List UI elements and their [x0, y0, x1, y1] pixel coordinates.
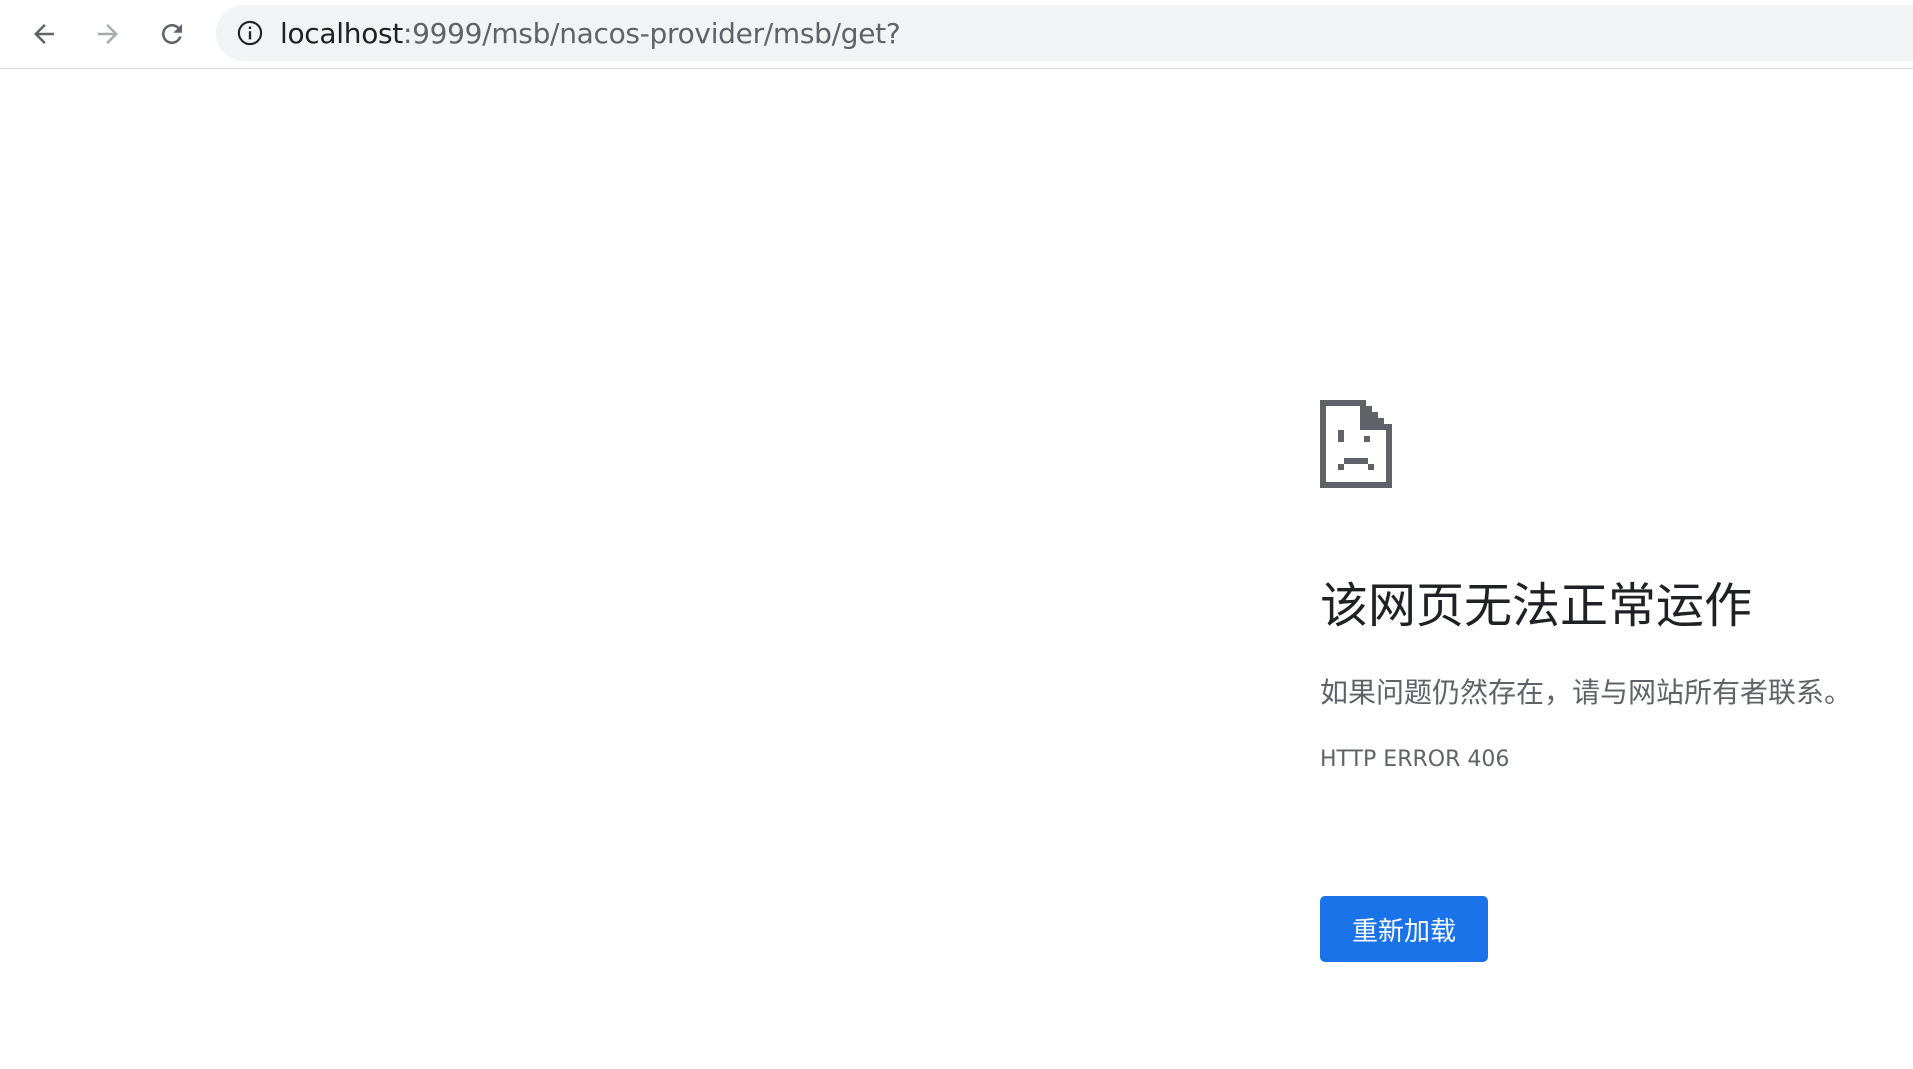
arrow-right-icon: [98, 24, 118, 44]
error-code: HTTP ERROR 406: [1320, 746, 1510, 772]
address-bar[interactable]: localhost:9999/msb/nacos-provider/msb/ge…: [216, 5, 1913, 61]
forward-button[interactable]: [88, 14, 128, 54]
back-button[interactable]: [24, 14, 64, 54]
url-path: :9999/msb/nacos-provider/msb/get?: [403, 16, 901, 50]
error-title: 该网页无法正常运作: [1320, 578, 1753, 634]
url-host: localhost: [280, 16, 403, 50]
browser-toolbar: localhost:9999/msb/nacos-provider/msb/ge…: [0, 0, 1913, 69]
reload-icon: [162, 24, 182, 44]
arrow-left-icon: [34, 24, 54, 44]
sad-page-icon: [1320, 400, 1392, 488]
reload-button[interactable]: 重新加载: [1320, 896, 1489, 962]
error-message: 如果问题仍然存在，请与网站所有者联系。: [1320, 675, 1853, 709]
url-text[interactable]: localhost:9999/msb/nacos-provider/msb/ge…: [280, 16, 901, 50]
error-content: 该网页无法正常运作 如果问题仍然存在，请与网站所有者联系。 HTTP ERROR…: [1320, 400, 1910, 962]
reload-toolbar-button[interactable]: [152, 14, 192, 54]
info-icon[interactable]: [236, 19, 264, 47]
